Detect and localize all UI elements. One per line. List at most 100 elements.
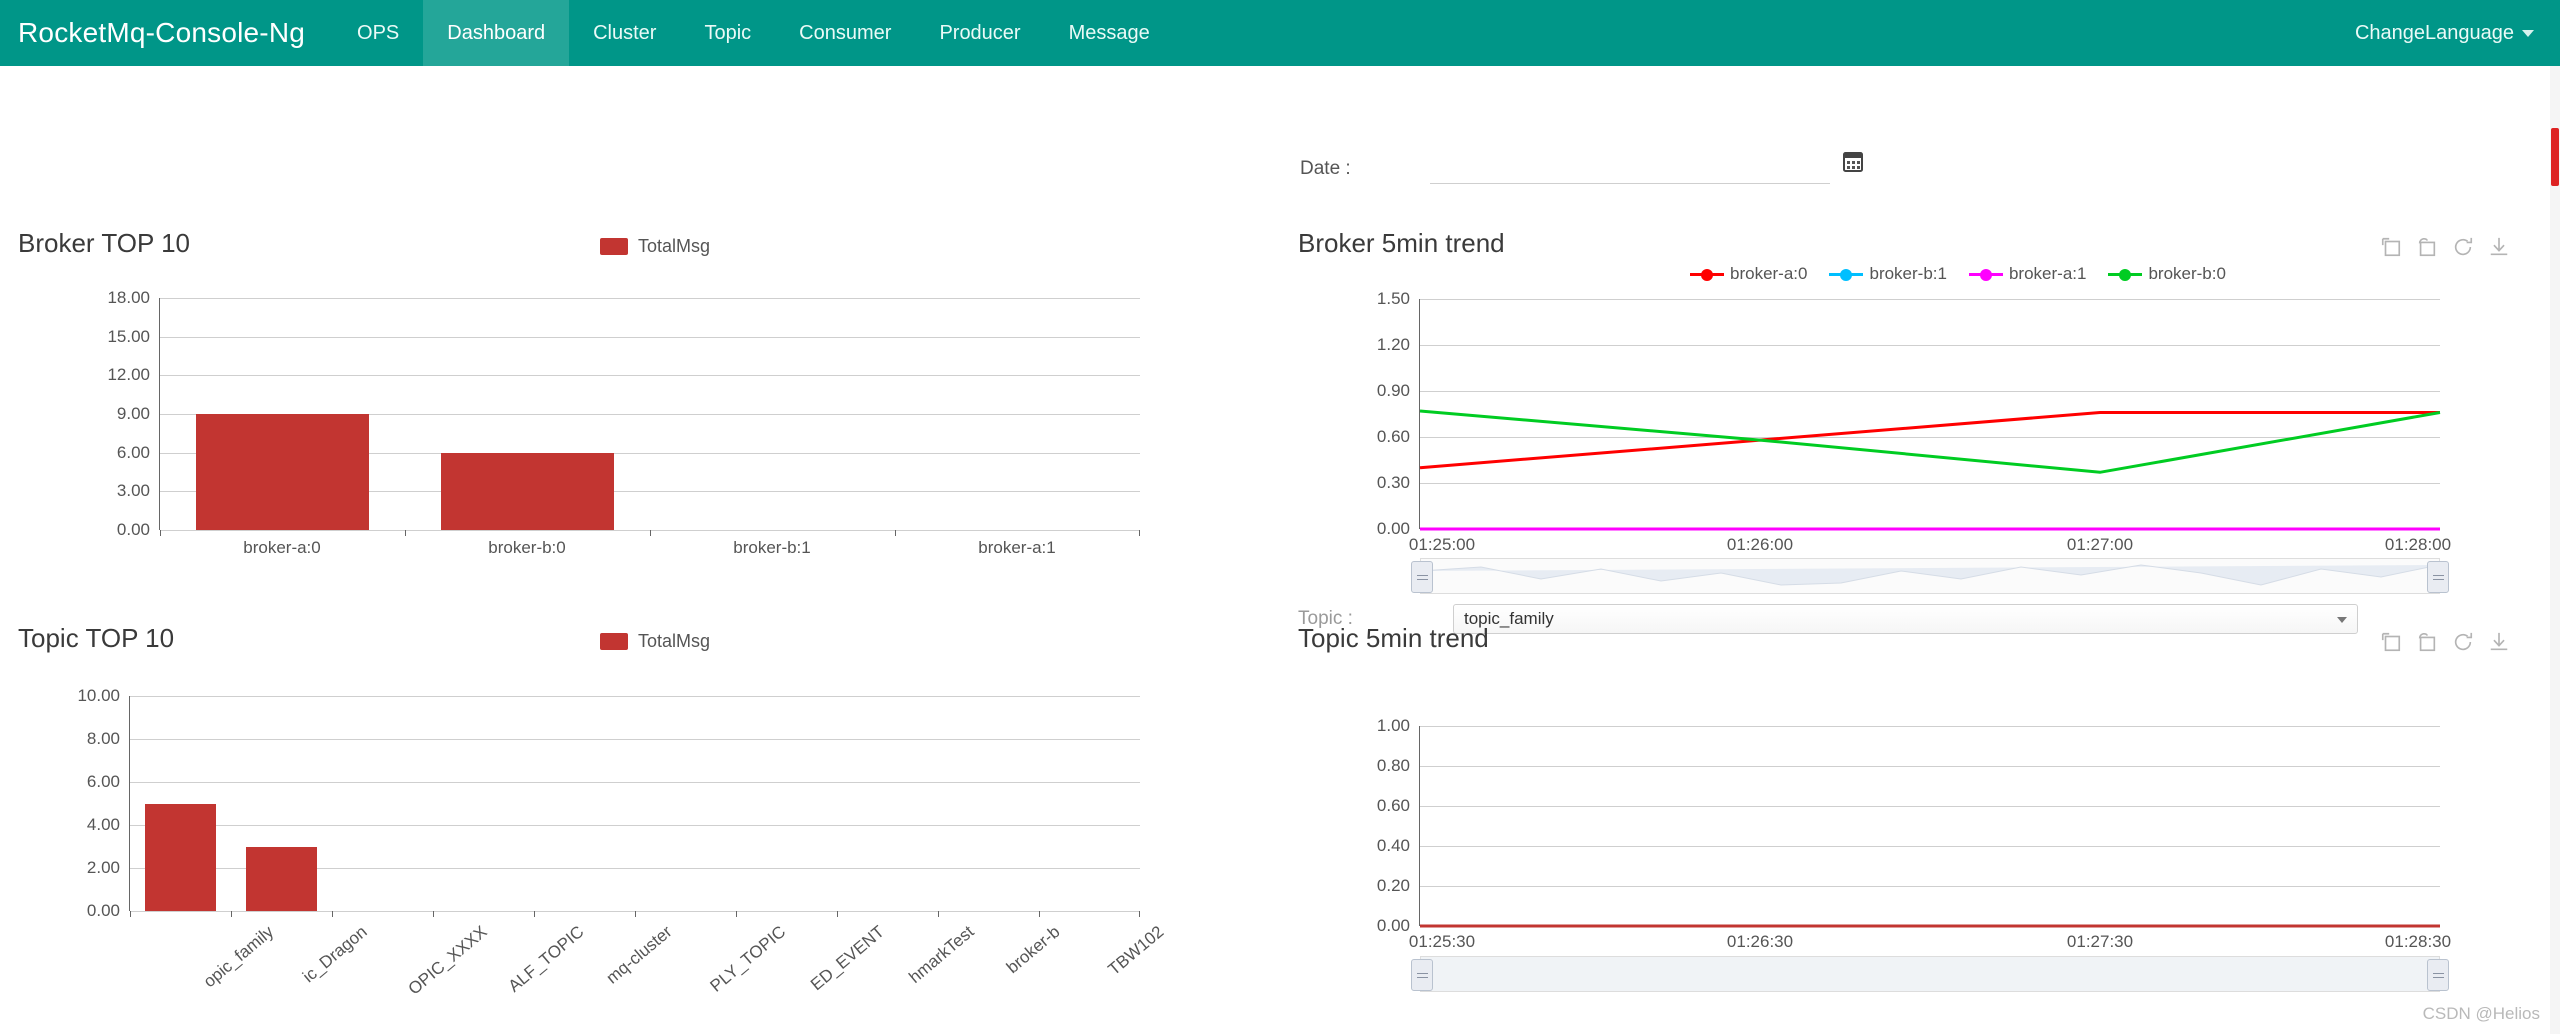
x-tick-label-2: 01:27:00 (2066, 535, 2134, 554)
legend-item-broker-b-0[interactable]: broker-b:0 (2108, 264, 2226, 284)
calendar-icon[interactable] (1843, 150, 1863, 172)
app-brand[interactable]: RocketMq-Console-Ng (0, 0, 333, 66)
nav-links: OPS Dashboard Cluster Topic Consumer Pro… (333, 0, 1174, 66)
refresh-icon[interactable] (2452, 631, 2474, 653)
bar-topic-dragon[interactable] (246, 846, 317, 911)
x-tick-label-topic-2: OPIC_XXXX (404, 922, 491, 999)
nav-item-producer[interactable]: Producer (915, 0, 1044, 66)
legend-label-broker-a-0: broker-a:0 (1730, 264, 1808, 283)
x-tick-mark (332, 911, 333, 917)
change-language-label: ChangeLanguage (2354, 21, 2514, 44)
y-tick-label: 0.00 (86, 901, 120, 920)
x-tick-label-topic-3: ALF_TOPIC (504, 922, 588, 996)
y-tick-label: 8.00 (86, 729, 120, 748)
nav-item-topic[interactable]: Topic (680, 0, 775, 66)
y-tick-label: 0.60 (1376, 796, 1410, 815)
nav-item-cluster[interactable]: Cluster (569, 0, 680, 66)
nav-item-message[interactable]: Message (1045, 0, 1174, 66)
y-tick-label: 6.00 (86, 772, 120, 791)
legend-swatch-totalmsg (600, 238, 628, 255)
x-tick-label-2: 01:27:30 (2066, 932, 2134, 951)
panel-topic-5min-trend: Topic 5min trend 1.00 0.80 0.60 0.40 0.2… (1280, 611, 2560, 1011)
topic-5min-trend-title: Topic 5min trend (1298, 623, 1489, 653)
datazoom-fill (1421, 957, 2439, 991)
y-tick-label: 4.00 (86, 815, 120, 834)
y-tick-label: 1.50 (1376, 289, 1410, 308)
x-tick-label-3: 01:28:30 (2384, 932, 2452, 951)
x-tick-label-topic-1: ic_Dragon (299, 922, 371, 987)
datazoom-handle-right[interactable] (2427, 561, 2449, 593)
topic-top-10-legend[interactable]: TotalMsg (600, 631, 710, 652)
nav-item-consumer[interactable]: Consumer (775, 0, 915, 66)
broker-top-10-legend[interactable]: TotalMsg (600, 236, 710, 257)
x-tick-label-topic-5: PLY_TOPIC (706, 922, 790, 996)
legend-marker-broker-a-1 (1968, 267, 2003, 281)
x-tick-label-broker-b-1: broker-b:1 (733, 538, 811, 557)
download-icon[interactable] (2488, 631, 2510, 653)
watermark: CSDN @Helios (2422, 1004, 2540, 1023)
legend-item-broker-b-1[interactable]: broker-b:1 (1829, 264, 1947, 284)
y-tick-label: 1.00 (1376, 716, 1410, 735)
y-tick-label: 12.00 (107, 365, 150, 385)
broker-trend-legend: broker-a:0 broker-b:1 broker-a:1 broker-… (1690, 264, 2226, 284)
y-tick-label: 0.40 (1376, 836, 1410, 855)
x-tick-mark (1039, 911, 1040, 917)
y-tick-label: 0.00 (1376, 519, 1410, 538)
x-tick-mark (130, 911, 131, 917)
x-tick-label-1: 01:26:00 (1726, 535, 1794, 554)
datazoom-handle-right[interactable] (2427, 959, 2449, 991)
nav-item-ops[interactable]: OPS (333, 0, 423, 66)
date-label: Date : (1300, 158, 1351, 179)
datazoom-handle-left[interactable] (1411, 959, 1433, 991)
y-tick-label: 2.00 (86, 858, 120, 877)
legend-item-broker-a-1[interactable]: broker-a:1 (1968, 264, 2086, 284)
refresh-icon[interactable] (2452, 236, 2474, 258)
x-tick-label-topic-8: broker-b (1002, 922, 1064, 978)
x-tick-label-topic-7: hmarkTest (905, 922, 978, 987)
topic-5min-trend-plot: 1.00 0.80 0.60 0.40 0.20 0.00 01:25:30 0… (1377, 716, 2451, 951)
topic-trend-toolbox (2380, 631, 2510, 653)
broker-trend-datazoom[interactable] (1411, 558, 2449, 594)
nav-item-dashboard[interactable]: Dashboard (423, 0, 570, 66)
chevron-down-icon (2522, 29, 2534, 37)
topic-trend-datazoom[interactable] (1411, 956, 2449, 992)
legend-label-totalmsg: TotalMsg (638, 631, 711, 651)
broker-trend-toolbox (2380, 236, 2510, 258)
y-tick-label: 3.00 (116, 481, 150, 501)
data-zoom-icon[interactable] (2380, 631, 2402, 653)
change-language-dropdown[interactable]: ChangeLanguage (2329, 0, 2560, 66)
x-tick-mark (231, 911, 232, 917)
data-zoom-icon[interactable] (2380, 236, 2402, 258)
legend-item-broker-a-0[interactable]: broker-a:0 (1690, 264, 1807, 284)
y-tick-label: 0.90 (1376, 381, 1410, 400)
date-input[interactable] (1430, 154, 1830, 184)
zoom-restore-icon[interactable] (2416, 631, 2438, 653)
bar-broker-a-0[interactable] (196, 414, 369, 530)
legend-label-broker-b-1: broker-b:1 (1869, 264, 1947, 283)
x-tick-label-topic-9: TBW102 (1104, 922, 1168, 980)
y-tick-label: 0.20 (1376, 876, 1410, 895)
y-tick-label: 10.00 (77, 686, 120, 705)
y-tick-label: 9.00 (116, 404, 150, 423)
x-tick-label-broker-a-0: broker-a:0 (243, 538, 321, 557)
dashboard-page: Broker TOP 10 TotalMsg 18.00 15.00 12.00… (0, 66, 2560, 1034)
top-navbar: RocketMq-Console-Ng OPS Dashboard Cluste… (0, 0, 2560, 66)
series-line-broker-b-0 (1419, 409, 2441, 474)
x-tick-label-0: 01:25:00 (1408, 535, 1476, 554)
x-tick-mark (736, 911, 737, 917)
x-tick-label-3: 01:28:00 (2384, 535, 2452, 554)
broker-5min-trend-plot: 1.50 1.20 0.90 0.60 0.30 0.00 01:25:00 0… (1377, 289, 2451, 554)
y-tick-label: 15.00 (107, 326, 150, 346)
topic-trend-lines (1420, 924, 2440, 928)
x-tick-mark (938, 911, 939, 917)
x-tick-mark (895, 530, 896, 536)
legend-marker-broker-a-0 (1690, 267, 1724, 281)
datazoom-handle-left[interactable] (1411, 561, 1433, 593)
download-icon[interactable] (2488, 236, 2510, 258)
zoom-restore-icon[interactable] (2416, 236, 2438, 258)
bar-topic-family[interactable] (145, 803, 216, 911)
gridline: 10.00 (77, 686, 1140, 705)
x-tick-mark (837, 911, 838, 917)
left-column: Broker TOP 10 TotalMsg 18.00 15.00 12.00… (0, 66, 1280, 1034)
bar-broker-b-0[interactable] (441, 452, 614, 530)
